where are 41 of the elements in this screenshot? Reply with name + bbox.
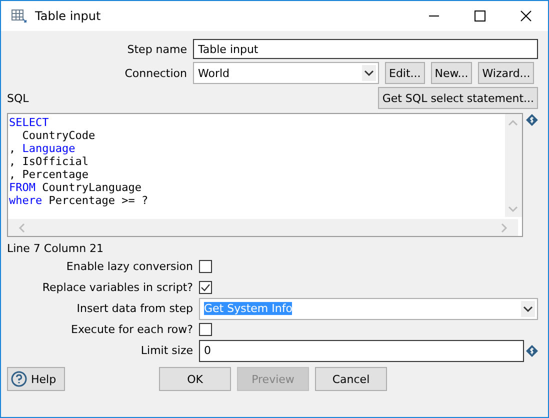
chevron-down-icon[interactable]: [362, 65, 376, 81]
connection-button[interactable]: Edit...: [385, 62, 425, 84]
checkbox[interactable]: [199, 281, 212, 294]
code-line: CountryCode: [21, 129, 96, 142]
window-title: Table input: [35, 9, 101, 23]
connection-button[interactable]: Wizard...: [478, 62, 534, 84]
table-icon: [11, 9, 27, 23]
variable-icon: [526, 344, 538, 356]
field-label: Step name: [126, 42, 187, 56]
dialog-button[interactable]: Cancel: [315, 367, 387, 391]
field-label: Insert data from step: [76, 302, 193, 315]
code-line: where Percentage >= ?: [9, 194, 148, 207]
connection-dropdown[interactable]: World: [193, 62, 379, 84]
checkbox[interactable]: [199, 260, 212, 273]
field-label: Execute for each row?: [70, 323, 193, 336]
sql-editor[interactable]: SELECT CountryCode , Language , IsOfficial , Percentage FROM CountryLanguage where Percentage >= ?: [7, 113, 524, 237]
field-label: Limit size: [140, 344, 193, 357]
field-label: Replace variables in script?: [41, 281, 193, 294]
variable-icon: [526, 114, 538, 126]
field-label: Enable lazy conversion: [65, 260, 193, 273]
chevron-down-icon[interactable]: [521, 300, 535, 316]
close-icon[interactable]: [520, 10, 532, 22]
connection-button[interactable]: New...: [430, 62, 472, 84]
sql-label: SQL: [7, 92, 29, 104]
code-line: SELECT: [9, 116, 49, 129]
code-line: , Percentage: [9, 168, 88, 181]
code-line: FROM CountryLanguage: [9, 181, 142, 194]
horizontal-scrollbar[interactable]: [8, 219, 518, 236]
help-icon: [11, 371, 27, 387]
limit-size-field[interactable]: 0: [199, 340, 524, 362]
get-sql-button[interactable]: Get SQL select statement...: [378, 87, 538, 109]
code-line: , IsOfficial: [9, 155, 88, 168]
maximize-icon[interactable]: [474, 10, 486, 22]
vertical-scrollbar[interactable]: [505, 114, 522, 217]
step-name-field[interactable]: Table input: [193, 39, 538, 59]
code-line: , Language: [9, 142, 76, 155]
field-label: Connection: [124, 66, 187, 80]
help-button[interactable]: Help: [7, 367, 65, 391]
cursor-position: Line 7 Column 21: [7, 242, 105, 256]
checkbox[interactable]: [199, 323, 212, 336]
dialog-button[interactable]: OK: [159, 367, 231, 391]
